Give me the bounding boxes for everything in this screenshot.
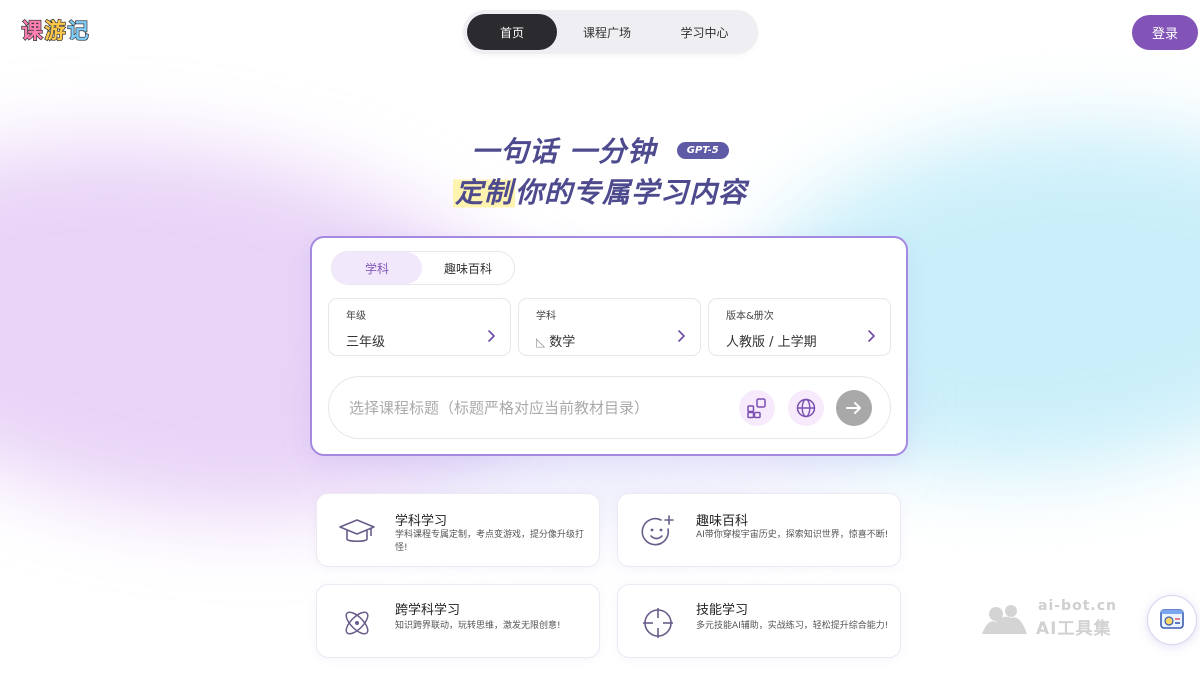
hero-highlight: 定制 bbox=[452, 176, 515, 209]
atom-icon bbox=[345, 611, 369, 635]
gpt-badge: GPT-5 bbox=[676, 141, 729, 159]
assistant-screen-icon bbox=[1160, 609, 1184, 629]
smiley-plus-icon bbox=[641, 515, 674, 546]
subject-selector[interactable]: 学科 ◺ 数学 bbox=[518, 298, 701, 356]
submit-button[interactable] bbox=[836, 390, 872, 426]
tab-subject[interactable]: 学科 bbox=[332, 252, 422, 284]
subject-label: 学科 bbox=[536, 311, 556, 322]
subject-value-wrap: ◺ 数学 bbox=[536, 331, 575, 350]
floating-help-button[interactable] bbox=[1147, 595, 1197, 645]
feature-desc: AI带你穿梭宇宙历史，探索知识世界，惊喜不断! bbox=[696, 530, 889, 540]
globe-icon bbox=[796, 398, 816, 418]
feature-card-skill-learning[interactable]: 技能学习 多元技能AI辅助，实战练习，轻松提升综合能力! bbox=[617, 584, 901, 658]
feature-title: 学科学习 bbox=[395, 514, 448, 529]
course-title-prompt bbox=[328, 376, 891, 439]
feature-desc: 知识跨界联动，玩转思维，激发无限创意! bbox=[395, 621, 561, 631]
watermark: ai-bot.cn AI工具集 bbox=[980, 598, 1140, 639]
feature-card-fun-encyclopedia[interactable]: 趣味百科 AI带你穿梭宇宙历史，探索知识世界，惊喜不断! bbox=[617, 493, 901, 567]
course-title-input[interactable] bbox=[349, 397, 729, 419]
feature-desc: 多元技能AI辅助，实战练习，轻松提升综合能力! bbox=[696, 621, 889, 631]
grade-value: 三年级 bbox=[346, 335, 386, 350]
chevron-right-icon bbox=[868, 330, 875, 342]
watermark-logo-icon bbox=[982, 605, 1027, 634]
hero-headline-2: 定制你的专属学习内容 bbox=[0, 171, 1200, 211]
arrow-right-icon bbox=[846, 402, 861, 414]
brand-logo[interactable]: 课 游 记 bbox=[20, 18, 92, 46]
feature-desc: 学科课程专属定制，考点变游戏，提分像升级打怪! bbox=[395, 530, 585, 553]
watermark-url: ai-bot.cn bbox=[1038, 598, 1117, 614]
subject-value: 数学 bbox=[549, 335, 576, 350]
feature-title: 趣味百科 bbox=[696, 514, 749, 529]
template-button[interactable] bbox=[739, 390, 775, 426]
feature-card-subject-learning[interactable]: 学科学习 学科课程专属定制，考点变游戏，提分像升级打怪! bbox=[316, 493, 600, 567]
hero-line-2-text: 你的专属学习内容 bbox=[515, 176, 748, 209]
grade-selector[interactable]: 年级 三年级 bbox=[328, 298, 511, 356]
main-nav: 首页 课程广场 学习中心 bbox=[463, 10, 758, 54]
login-button[interactable]: 登录 bbox=[1132, 15, 1198, 50]
nav-item-home[interactable]: 首页 bbox=[467, 14, 557, 50]
chevron-right-icon bbox=[678, 330, 685, 342]
nav-item-course-plaza[interactable]: 课程广场 bbox=[557, 14, 657, 50]
category-tabs: 学科 趣味百科 bbox=[331, 251, 515, 285]
hero-headline-1: 一句话 一分钟 GPT-5 bbox=[0, 130, 1200, 170]
nav-item-learning-center[interactable]: 学习中心 bbox=[657, 14, 752, 50]
feature-title: 技能学习 bbox=[696, 603, 749, 618]
tab-fun-encyclopedia[interactable]: 趣味百科 bbox=[422, 252, 514, 284]
logo-char-2: 游 bbox=[44, 18, 67, 44]
edition-value: 人教版 / 上学期 bbox=[726, 335, 817, 350]
triangle-ruler-icon: ◺ bbox=[536, 335, 546, 349]
graduation-cap-icon bbox=[339, 519, 375, 543]
feature-title: 跨学科学习 bbox=[395, 603, 461, 618]
crosshair-icon bbox=[643, 608, 673, 638]
edition-label: 版本&册次 bbox=[726, 311, 774, 322]
web-search-button[interactable] bbox=[788, 390, 824, 426]
course-generator-card: 学科 趣味百科 年级 三年级 学科 ◺ 数学 版本&册次 人教版 / 上学期 bbox=[310, 236, 908, 456]
edition-selector[interactable]: 版本&册次 人教版 / 上学期 bbox=[708, 298, 891, 356]
logo-char-3: 记 bbox=[67, 18, 90, 44]
watermark-text: AI工具集 bbox=[1036, 619, 1112, 639]
hero-line-1-text: 一句话 一分钟 bbox=[471, 135, 656, 168]
grade-label: 年级 bbox=[346, 311, 366, 322]
feature-card-cross-discipline[interactable]: 跨学科学习 知识跨界联动，玩转思维，激发无限创意! bbox=[316, 584, 600, 658]
grid-plus-icon bbox=[747, 398, 766, 419]
chevron-right-icon bbox=[488, 330, 495, 342]
logo-char-1: 课 bbox=[21, 18, 44, 44]
